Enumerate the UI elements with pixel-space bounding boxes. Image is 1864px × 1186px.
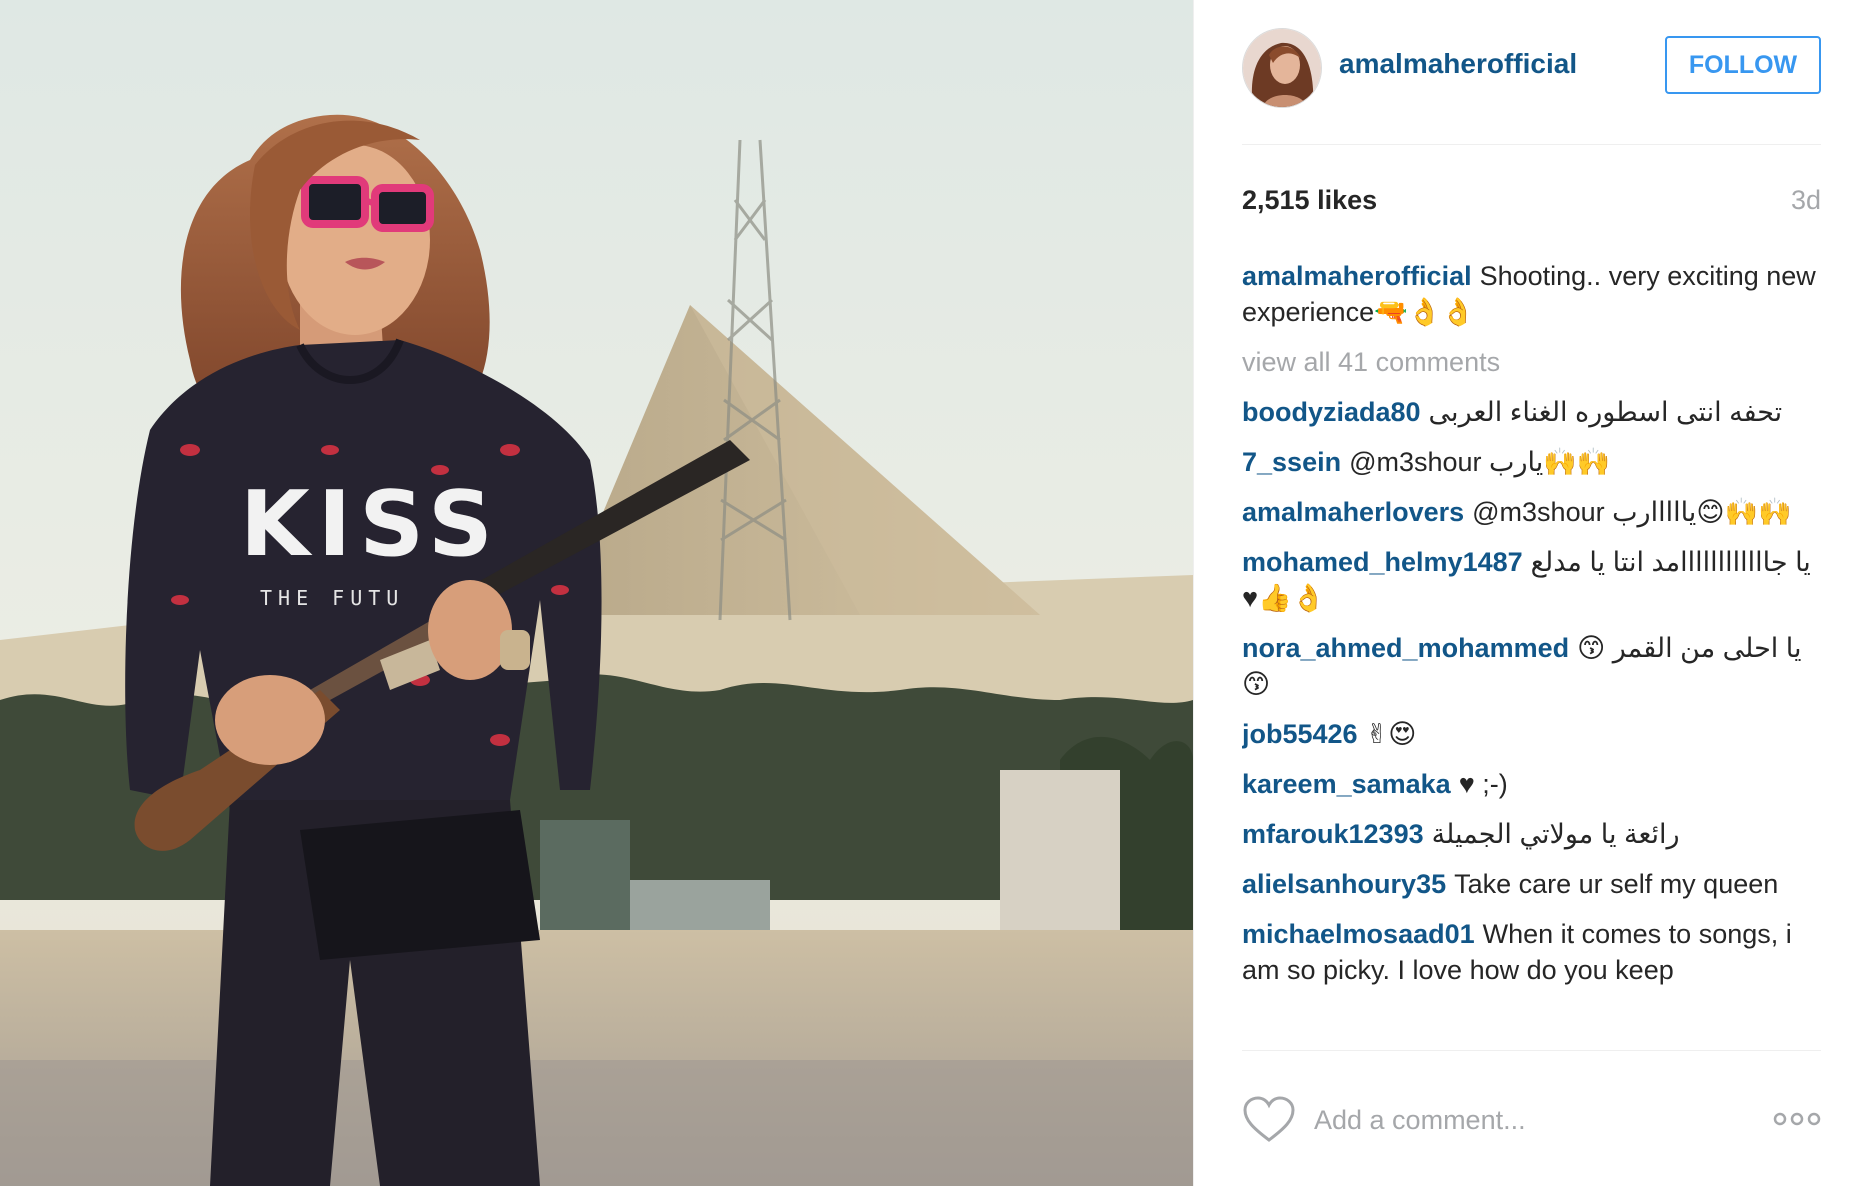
follow-button[interactable]: FOLLOW: [1665, 36, 1821, 94]
caption-username[interactable]: amalmaherofficial: [1242, 261, 1472, 291]
post-header: amalmaherofficial FOLLOW: [1242, 26, 1821, 145]
post-footer: [1242, 1092, 1821, 1148]
svg-text:KISS: KISS: [240, 472, 501, 577]
comment-username[interactable]: job55426: [1242, 719, 1358, 749]
comment-text: ✌😍: [1365, 719, 1417, 749]
header-username[interactable]: amalmaherofficial: [1339, 48, 1577, 80]
more-options-icon[interactable]: [1773, 1110, 1821, 1128]
comment-text: رائعة يا مولاتي الجميلة: [1431, 819, 1680, 849]
comment-text: ♥ ;-): [1458, 769, 1508, 799]
comment-item: nora_ahmed_mohammed يا احلى من القمر 😙😙: [1242, 630, 1821, 702]
comment-item: boodyziada80 تحفه انتى اسطوره الغناء العر…: [1242, 394, 1821, 430]
comment-username[interactable]: 7_ssein: [1242, 447, 1341, 477]
comment-item: 7_ssein @m3shour يارب🙌🙌: [1242, 444, 1821, 480]
svg-text:THE FUTU: THE FUTU: [260, 586, 404, 610]
profile-photo-icon: [1243, 29, 1321, 107]
post-sidebar: amalmaherofficial FOLLOW 2,515 likes 3d …: [1193, 0, 1864, 1186]
post-photo[interactable]: KISS THE FUTU: [0, 0, 1193, 1186]
instagram-post: KISS THE FUTU amalmaherofficial FOLLOW 2…: [0, 0, 1864, 1186]
post-photo-image: KISS THE FUTU: [0, 0, 1193, 1186]
caption: amalmaherofficial Shooting.. very excitin…: [1242, 258, 1821, 330]
post-age[interactable]: 3d: [1791, 185, 1821, 216]
avatar[interactable]: [1242, 28, 1322, 108]
comments-divider: [1242, 1050, 1821, 1051]
comment-text: تحفه انتى اسطوره الغناء العربى: [1428, 397, 1783, 427]
comment-username[interactable]: alielsanhoury35: [1242, 869, 1446, 899]
like-heart-icon: [1243, 1096, 1295, 1142]
comment-item: job55426 ✌😍: [1242, 716, 1821, 752]
comment-username[interactable]: nora_ahmed_mohammed: [1242, 633, 1569, 663]
comment-username[interactable]: mfarouk12393: [1242, 819, 1424, 849]
comment-username[interactable]: mohamed_helmy1487: [1242, 547, 1523, 577]
comment-username[interactable]: amalmaherlovers: [1242, 497, 1464, 527]
comment-item: mfarouk12393 رائعة يا مولاتي الجميلة: [1242, 816, 1821, 852]
heart-icon[interactable]: [1242, 1096, 1296, 1144]
comment-item: amalmaherlovers @m3shour يااااارب😊🙌🙌: [1242, 494, 1821, 530]
comment-username[interactable]: boodyziada80: [1242, 397, 1421, 427]
comment-text: @m3shour يارب🙌🙌: [1349, 447, 1611, 477]
comment-text: @m3shour يااااارب😊🙌🙌: [1472, 497, 1792, 527]
view-all-comments-link[interactable]: view all 41 comments: [1242, 344, 1821, 380]
add-comment-input[interactable]: [1314, 1092, 1714, 1148]
comments-list: amalmaherofficial Shooting.. very excitin…: [1242, 258, 1821, 1050]
comment-text: Take care ur self my queen: [1454, 869, 1779, 899]
comment-item: alielsanhoury35 Take care ur self my quee…: [1242, 866, 1821, 902]
comment-item: michaelmosaad01 When it comes to songs, i…: [1242, 916, 1821, 988]
comment-username[interactable]: michaelmosaad01: [1242, 919, 1475, 949]
comment-item: kareem_samaka ♥ ;-): [1242, 766, 1821, 802]
comment-item: mohamed_helmy1487 يا جاااااااااااامد انتا…: [1242, 544, 1821, 616]
likes-count[interactable]: 2,515 likes: [1242, 185, 1377, 216]
ellipsis-icon: [1773, 1112, 1821, 1126]
comment-username[interactable]: kareem_samaka: [1242, 769, 1451, 799]
